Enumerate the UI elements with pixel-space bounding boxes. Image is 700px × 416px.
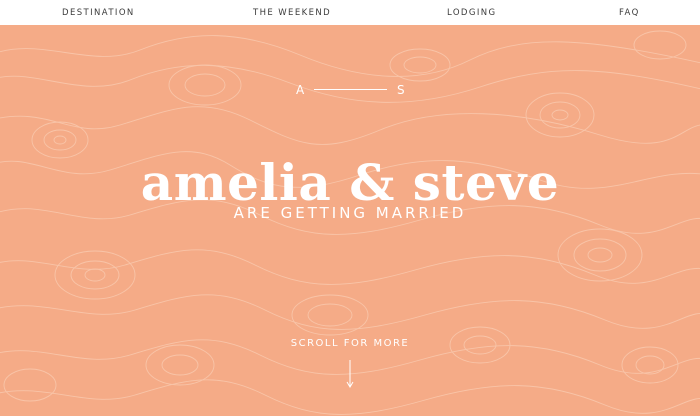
monogram-right-initial: S: [397, 83, 406, 97]
nav-link-the-weekend[interactable]: THE WEEKEND: [253, 7, 331, 19]
monogram: A S: [0, 83, 700, 99]
hero-section: A S amelia & steve ARE GETTING MARRIED S…: [0, 25, 700, 416]
arrow-down-icon[interactable]: [344, 359, 356, 389]
tagline: ARE GETTING MARRIED: [233, 204, 467, 222]
nav-link-destination[interactable]: DESTINATION: [62, 7, 135, 19]
monogram-divider: [314, 89, 387, 90]
monogram-left-initial: A: [296, 83, 306, 97]
scroll-for-more-link[interactable]: SCROLL FOR MORE: [0, 337, 700, 351]
top-navigation: DESTINATION THE WEEKEND LODGING FAQ: [0, 0, 700, 25]
nav-link-faq[interactable]: FAQ: [619, 7, 640, 19]
nav-link-lodging[interactable]: LODGING: [447, 7, 497, 19]
